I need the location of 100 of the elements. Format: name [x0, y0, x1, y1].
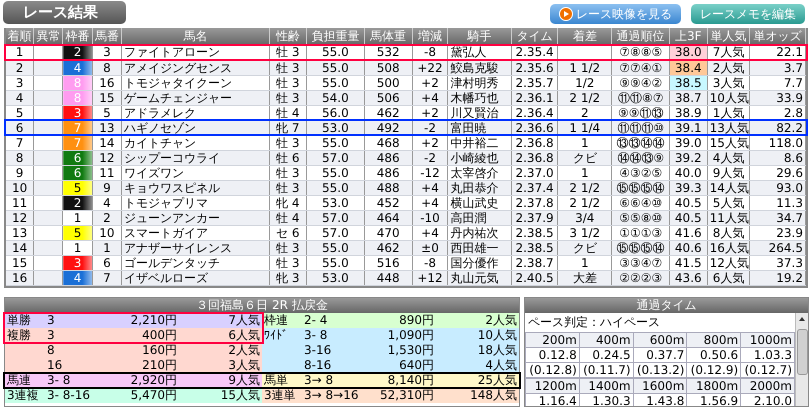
- distance-cell: 1000m: [740, 332, 794, 347]
- finish-time-cell: 2.35.4: [512, 45, 558, 60]
- last-3f-cell: 38.5: [669, 75, 708, 90]
- time-cell: 1.16.4: [526, 393, 580, 406]
- horse-name-cell: ジューンアンカー: [122, 210, 269, 225]
- sex-age-cell: 牡 4: [269, 210, 307, 225]
- time-cell: 0.50.6: [686, 347, 741, 362]
- bet-popularity: 3人気: [227, 358, 260, 372]
- body-weight-cell: 470: [364, 225, 412, 240]
- payout-amount: 1,530円: [386, 342, 434, 358]
- passing-order-cell: ②②②③: [612, 270, 670, 285]
- frame-number-cell: 3: [62, 255, 92, 270]
- jockey-cell: 中井裕二: [448, 135, 512, 150]
- horse-number-cell: 1: [92, 240, 122, 255]
- last-3f-cell: 43.6: [669, 270, 708, 285]
- column-header: 性齢: [269, 28, 307, 45]
- sex-age-cell: 牡 3: [269, 75, 307, 90]
- passing-order-cell: ⑬⑬⑭⑭: [612, 135, 670, 150]
- margin-cell: 1 1/2: [558, 60, 612, 75]
- bet-type: 枠連: [264, 312, 289, 328]
- win-odds-cell: 7.7: [750, 75, 806, 90]
- body-weight-cell: 452: [364, 195, 412, 210]
- carried-weight-cell: 55.0: [306, 45, 364, 60]
- margin-cell: 3 1/2: [558, 225, 612, 240]
- finish-time-cell: 2.35.6: [512, 60, 558, 75]
- distance-cell: 800m: [686, 332, 741, 347]
- edit-memo-button[interactable]: レースメモを編集: [691, 4, 805, 24]
- horse-name-cell: イザベルローズ: [122, 270, 269, 285]
- horse-name-cell: アメイジングセンス: [122, 60, 269, 75]
- margin-cell: 1: [558, 135, 612, 150]
- horse-name-cell: ワイズワン: [122, 165, 269, 180]
- passing-order-cell: ⑮⑮⑮⑭: [612, 240, 670, 255]
- finish-time-cell: 2.37.9: [512, 210, 558, 225]
- horse-number-cell: 6: [92, 255, 122, 270]
- jockey-cell: 川又賢治: [448, 105, 512, 120]
- horse-number-cell: 11: [92, 165, 122, 180]
- last-3f-cell: 40.6: [669, 240, 708, 255]
- body-weight-cell: 532: [364, 45, 412, 60]
- distance-cell: 1200m: [526, 378, 580, 393]
- column-header: 馬体重: [364, 28, 412, 45]
- frame-number-cell: 1: [62, 240, 92, 255]
- jockey-cell: 黛弘人: [448, 45, 512, 60]
- passing-order-cell: ⑪⑪⑧⑦: [612, 90, 670, 105]
- column-header: タイム: [512, 28, 558, 45]
- finish-position-cell: 4: [6, 90, 34, 105]
- body-weight-cell: 448: [364, 270, 412, 285]
- bet-numbers: 8-16: [304, 358, 332, 372]
- watch-video-button[interactable]: レース映像を見る: [550, 4, 681, 24]
- payout-amount: 890円: [398, 312, 434, 328]
- jockey-cell: 小崎綾也: [448, 150, 512, 165]
- bet-numbers: 2- 4: [304, 312, 328, 328]
- horse-number-cell: 9: [92, 180, 122, 195]
- scroll-up-arrow-icon: [799, 316, 805, 320]
- column-header: 枠番: [62, 28, 92, 45]
- frame-number-cell: 5: [62, 225, 92, 240]
- time-cell: 0.24.5: [579, 347, 634, 362]
- last-3f-cell: 40.5: [669, 195, 708, 210]
- sex-age-cell: 牡 4: [269, 105, 307, 120]
- bet-numbers: 3→ 8: [304, 372, 334, 388]
- split-cell: (0.12.9): [686, 362, 741, 377]
- horse-number-cell: 2: [92, 210, 122, 225]
- horse-number-cell: 14: [92, 135, 122, 150]
- win-popularity-cell: 8人気: [707, 225, 750, 240]
- frame-number-cell: 1: [62, 210, 92, 225]
- margin-cell: 大差: [558, 270, 612, 285]
- jockey-cell: 津村明秀: [448, 75, 512, 90]
- bet-numbers: 3- 8: [47, 372, 72, 388]
- payout-amount: 2,920円: [130, 372, 177, 388]
- last-3f-cell: 38.4: [669, 60, 708, 75]
- passing-order-cell: ⑦⑦④①: [612, 60, 670, 75]
- sex-age-cell: 牡 6: [269, 150, 307, 165]
- bet-popularity: 9人気: [227, 372, 260, 388]
- win-popularity-cell: 3人気: [707, 75, 750, 90]
- passing-order-cell: ⑭⑭⑬⑨: [612, 150, 670, 165]
- payout-amount: 210円: [141, 358, 177, 372]
- column-header: 馬名: [122, 28, 269, 45]
- payout-amount: 400円: [141, 328, 177, 342]
- horse-name-cell: アドラメレク: [122, 105, 269, 120]
- weight-change-cell: -8: [412, 255, 448, 270]
- pace-judgement: ペース判定：ハイペース: [527, 314, 661, 330]
- finish-position-cell: 3: [6, 75, 34, 90]
- win-popularity-cell: 1人気: [707, 105, 750, 120]
- horse-name-cell: スマートガイア: [122, 225, 269, 240]
- win-odds-cell: 37.3: [750, 255, 806, 270]
- time-cell: 0.12.8: [526, 347, 580, 362]
- distance-cell: 1400m: [579, 378, 634, 393]
- weight-change-cell: +4: [412, 180, 448, 195]
- column-header: 単オッズ: [750, 28, 806, 45]
- sex-age-cell: 牡 3: [269, 135, 307, 150]
- horse-name-cell: トモジャプリマ: [122, 195, 269, 210]
- finish-time-cell: 2.37.8: [512, 195, 558, 210]
- finish-time-cell: 2.38.5: [512, 240, 558, 255]
- win-popularity-cell: 4人気: [707, 150, 750, 165]
- weight-change-cell: +4: [412, 225, 448, 240]
- passing-order-cell: ⑤⑤⑧⑩: [612, 210, 670, 225]
- finish-position-cell: 1: [6, 45, 34, 60]
- carried-weight-cell: 53.0: [306, 270, 364, 285]
- distance-cell: 1800m: [686, 378, 741, 393]
- horse-number-cell: 4: [92, 195, 122, 210]
- horse-number-cell: 12: [92, 150, 122, 165]
